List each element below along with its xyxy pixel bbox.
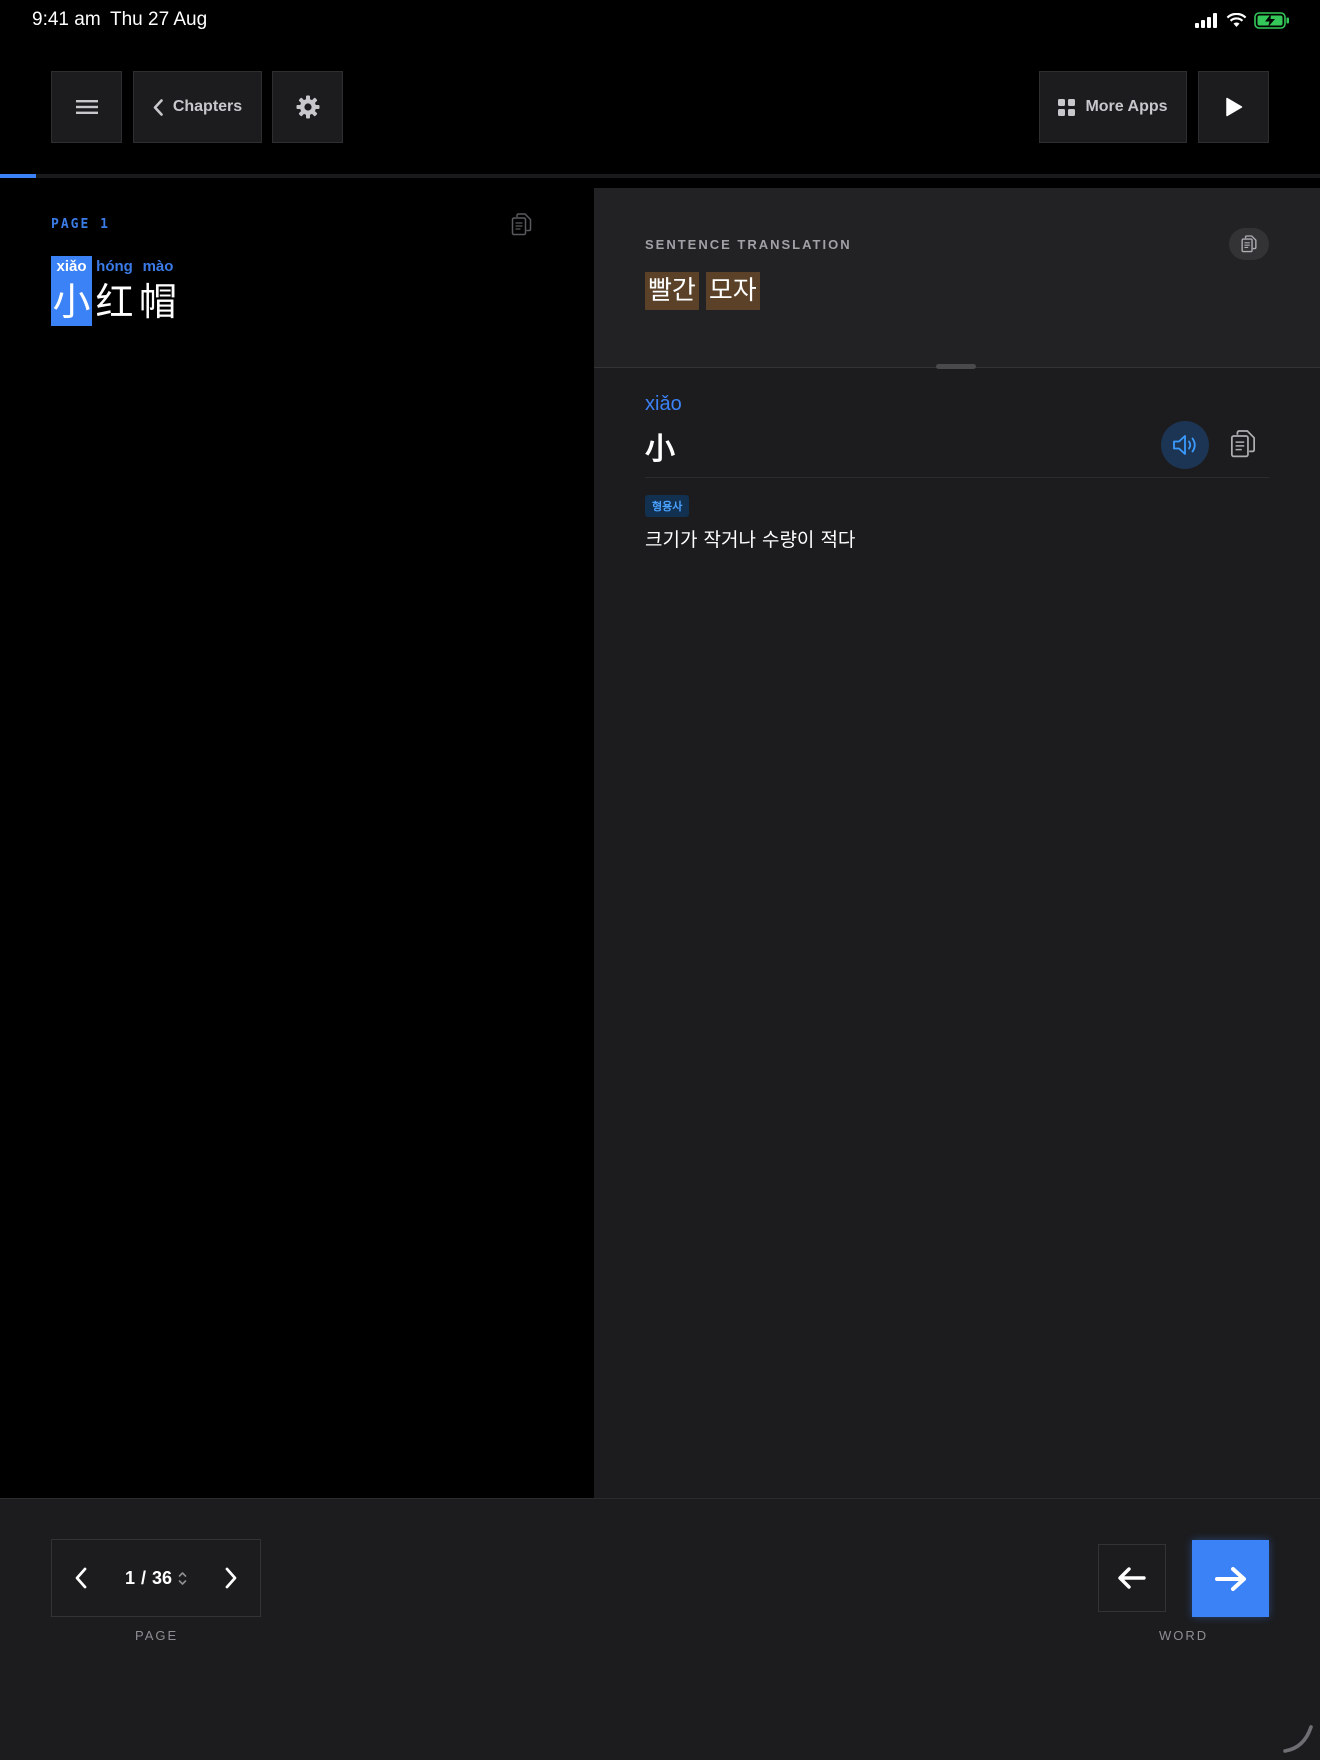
translation-word[interactable]: 빨간 [645,272,699,310]
part-of-speech-badge: 형용사 [645,495,690,517]
copy-translation-button[interactable] [1229,228,1269,260]
play-button[interactable] [1198,71,1269,143]
menu-button[interactable] [51,71,122,143]
copy-icon [1241,235,1257,253]
drag-handle[interactable] [936,364,976,369]
speak-button[interactable] [1161,421,1209,469]
copy-icon [1230,430,1256,458]
word-pinyin: hóng [96,258,133,275]
page-pager: 1 / 36 [51,1539,261,1617]
reading-pane: PAGE 1 xiǎo 小 hóng 红 mào 帽 [0,178,593,1498]
play-icon [1225,97,1242,117]
chevron-up-down-icon [178,1571,187,1585]
arrow-right-icon [1214,1566,1246,1591]
more-apps-label: More Apps [1085,98,1168,115]
status-bar: 9:41 am Thu 27 Aug [0,0,1320,42]
copy-word-button[interactable] [1230,429,1256,463]
sentence-translation-title: SENTENCE TRANSLATION [645,237,852,252]
cellular-signal-icon [1195,13,1217,28]
prev-page-button[interactable] [52,1539,110,1617]
word-hanzi: 帽 [138,280,177,324]
more-apps-button[interactable]: More Apps [1039,71,1187,143]
sentence-translation-panel: SENTENCE TRANSLATION 빨간 모자 [594,188,1320,369]
wifi-icon [1226,13,1247,27]
status-time: 9:41 am [32,9,101,30]
page-label: PAGE 1 [51,217,110,232]
word-token[interactable]: mào 帽 [138,256,178,326]
speaker-icon [1173,435,1196,455]
word-pinyin: mào [142,258,174,275]
arrow-left-icon [1118,1567,1146,1589]
detail-hanzi: 小 [645,432,675,467]
word-nav-label: WORD [1159,1628,1209,1643]
total-pages: 36 [152,1567,173,1588]
word-token[interactable]: hóng 红 [94,256,135,326]
next-page-button[interactable] [202,1539,260,1617]
status-date: Thu 27 Aug [110,9,208,30]
page-nav-label: PAGE [135,1628,179,1643]
word-token[interactable]: xiǎo 小 [51,256,92,326]
copy-icon [511,213,532,236]
hamburger-menu-icon [75,100,98,114]
word-definition: 크기가 작거나 수량이 적다 [645,529,856,551]
next-word-button[interactable] [1192,1540,1269,1617]
page-separator: / [140,1567,146,1588]
chapters-label: Chapters [172,98,243,115]
detail-pinyin: xiǎo [645,393,682,415]
gear-icon [296,95,319,119]
page-selector[interactable]: 1 / 36 [110,1568,202,1589]
chevron-left-icon [153,98,163,116]
translation-words: 빨간 모자 [645,272,760,310]
divider [645,477,1269,478]
status-icons [1195,12,1290,29]
chapters-button[interactable]: Chapters [133,71,262,143]
chevron-right-icon [225,1567,237,1589]
prev-word-button[interactable] [1098,1544,1166,1612]
bottom-bar: 1 / 36 PAGE WORD [0,1498,1320,1760]
word-pinyin: xiǎo [56,258,87,275]
battery-charging-icon [1254,12,1289,29]
current-page: 1 [124,1567,135,1588]
word-hanzi: 红 [95,280,134,324]
word-hanzi: 小 [52,280,91,324]
translation-word[interactable]: 모자 [705,272,760,310]
corner-mark-icon [1283,1725,1313,1753]
copy-page-button[interactable] [511,213,532,240]
detail-pane: SENTENCE TRANSLATION 빨간 모자 xiǎo 小 형용사 크기… [594,188,1320,1498]
grid-apps-icon [1058,98,1076,116]
chevron-left-icon [75,1567,87,1589]
settings-button[interactable] [272,71,343,143]
